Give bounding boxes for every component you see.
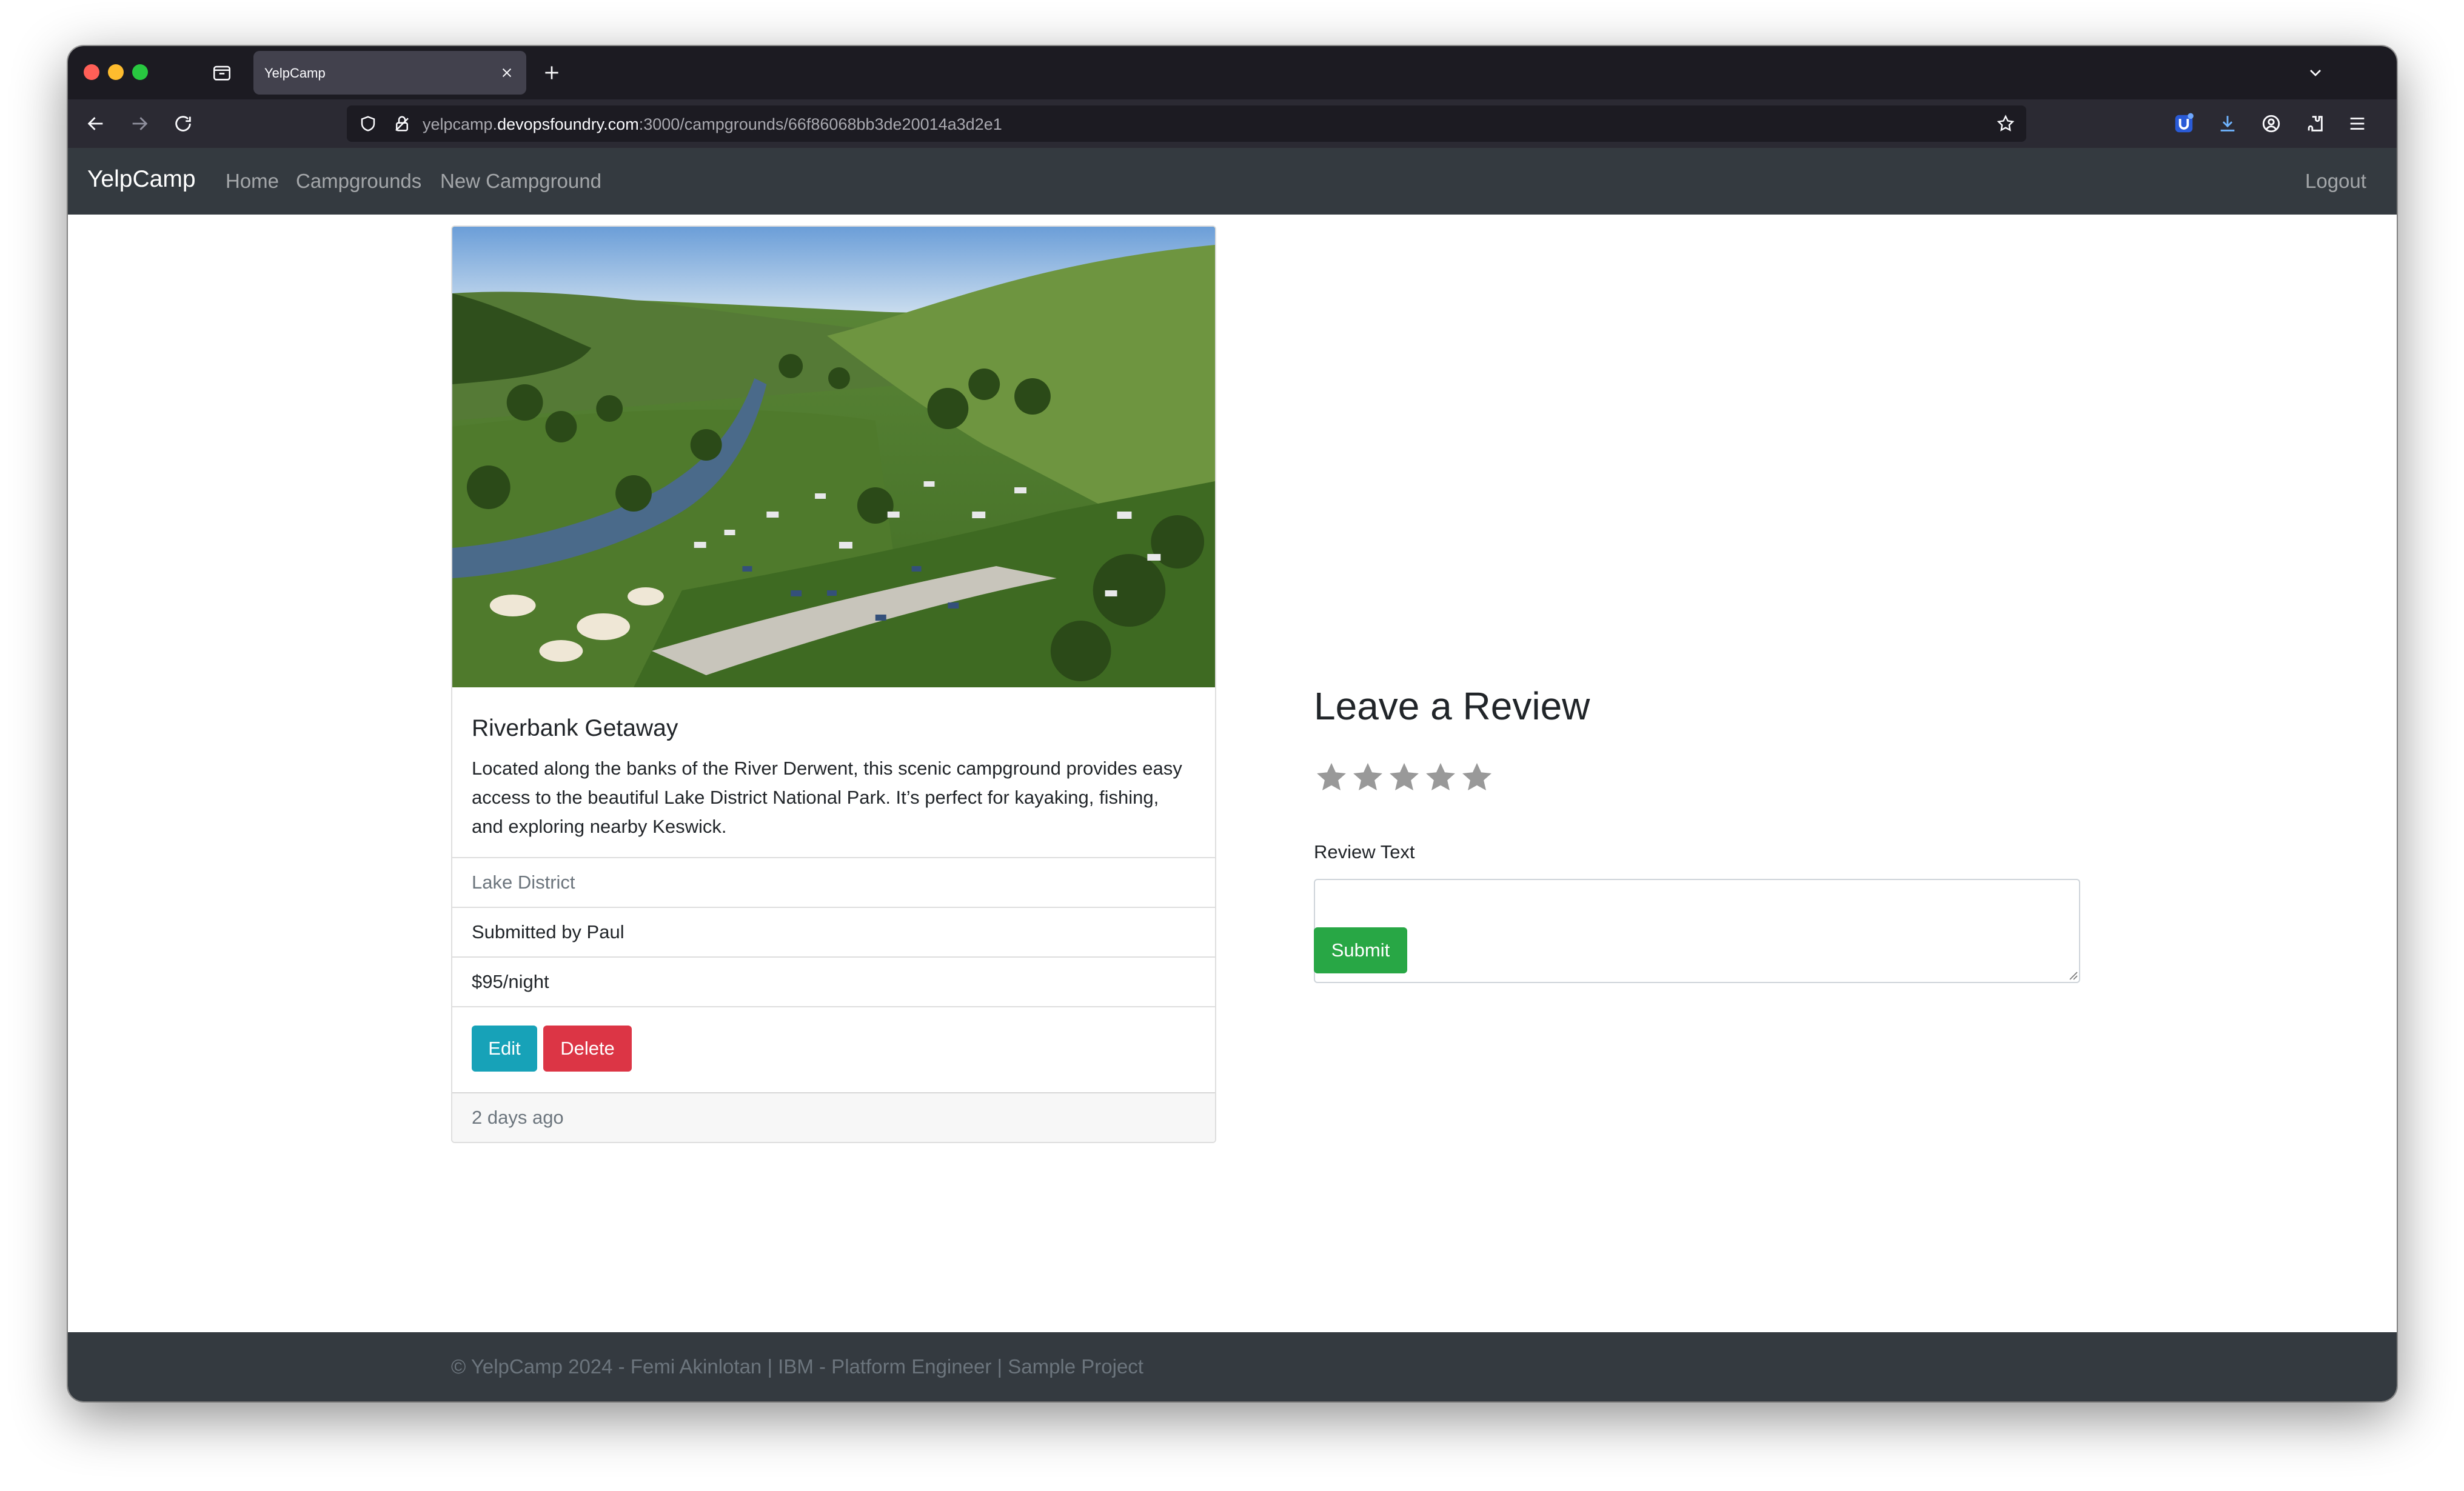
posted-time: 2 days ago xyxy=(472,1107,564,1128)
star-icon[interactable] xyxy=(1350,760,1385,795)
reload-icon[interactable] xyxy=(169,109,198,138)
url-path: :3000/campgrounds/66f86068bb3de20014a3d2… xyxy=(638,115,1002,133)
campground-image xyxy=(452,227,1215,687)
campground-location: Lake District xyxy=(472,872,575,893)
chevron-down-icon[interactable] xyxy=(2302,59,2329,86)
extensions-icon[interactable] xyxy=(2300,109,2329,138)
zoom-window-button[interactable] xyxy=(132,64,148,80)
star-icon[interactable] xyxy=(1314,760,1349,795)
star-icon[interactable] xyxy=(1387,760,1422,795)
tab-bar: YelpCamp xyxy=(68,46,2397,99)
nav-link-new-campground[interactable]: New Campground xyxy=(440,170,601,193)
browser-tab[interactable]: YelpCamp xyxy=(253,51,526,95)
campground-author-item: Submitted by Paul xyxy=(452,907,1215,956)
url-text[interactable]: yelpcamp.devopsfoundry.com:3000/campgrou… xyxy=(423,115,1002,134)
nav-link-logout[interactable]: Logout xyxy=(2305,170,2366,193)
browser-window: YelpCamp yelpcamp.devopsfoundry.com:3000… xyxy=(68,46,2397,1401)
star-icon[interactable] xyxy=(1996,114,2015,133)
campground-description: Located along the banks of the River Der… xyxy=(472,758,1182,837)
delete-button[interactable]: Delete xyxy=(543,1026,632,1072)
shield-icon[interactable] xyxy=(359,115,377,133)
url-host: devopsfoundry.com xyxy=(497,115,639,133)
star-icon[interactable] xyxy=(1423,760,1458,795)
review-text-label: Review Text xyxy=(1314,841,1415,862)
submit-review-button[interactable]: Submit xyxy=(1314,927,1407,973)
nav-link-home[interactable]: Home xyxy=(226,170,279,193)
edit-button[interactable]: Edit xyxy=(472,1026,537,1072)
card-footer: 2 days ago xyxy=(452,1092,1215,1142)
campground-title: Riverbank Getaway xyxy=(472,715,678,741)
tab-title: YelpCamp xyxy=(264,65,326,81)
resize-handle-icon[interactable] xyxy=(2066,969,2078,981)
site-navbar: YelpCamp Home Campgrounds New Campground… xyxy=(68,148,2397,215)
close-window-button[interactable] xyxy=(84,64,99,80)
account-icon[interactable] xyxy=(2257,109,2286,138)
close-icon[interactable] xyxy=(498,64,515,81)
forward-arrow-icon[interactable] xyxy=(125,109,154,138)
campground-price-item: $95/night xyxy=(452,956,1215,1006)
url-prefix: yelpcamp. xyxy=(423,115,498,133)
review-heading: Leave a Review xyxy=(1314,684,1590,728)
star-rating[interactable] xyxy=(1314,760,1495,796)
tab-overview-icon[interactable] xyxy=(209,59,235,86)
campground-card: Riverbank Getaway Located along the bank… xyxy=(451,225,1216,1143)
campground-actions: Edit Delete xyxy=(452,1006,1215,1095)
review-text-field[interactable] xyxy=(1314,879,2080,983)
url-bar[interactable]: yelpcamp.devopsfoundry.com:3000/campgrou… xyxy=(347,105,2026,142)
site-footer: © YelpCamp 2024 - Femi Akinlotan | IBM -… xyxy=(68,1332,2397,1401)
web-page: YelpCamp Home Campgrounds New Campground… xyxy=(68,148,2397,1401)
lock-icon[interactable] xyxy=(393,115,411,133)
download-icon[interactable] xyxy=(2213,109,2242,138)
campground-price: $95/night xyxy=(472,971,549,992)
minimize-window-button[interactable] xyxy=(108,64,124,80)
browser-toolbar: yelpcamp.devopsfoundry.com:3000/campgrou… xyxy=(68,99,2397,148)
navbar-brand[interactable]: YelpCamp xyxy=(87,166,196,193)
nav-link-campgrounds[interactable]: Campgrounds xyxy=(296,170,421,193)
menu-icon[interactable] xyxy=(2343,109,2372,138)
footer-text: © YelpCamp 2024 - Femi Akinlotan | IBM -… xyxy=(451,1355,1143,1378)
star-icon[interactable] xyxy=(1459,760,1495,795)
back-arrow-icon[interactable] xyxy=(81,109,110,138)
plus-icon[interactable] xyxy=(538,59,565,86)
campground-author: Submitted by Paul xyxy=(472,921,624,942)
extension-badge-icon[interactable] xyxy=(2169,109,2198,138)
campground-location-item: Lake District xyxy=(452,857,1215,907)
